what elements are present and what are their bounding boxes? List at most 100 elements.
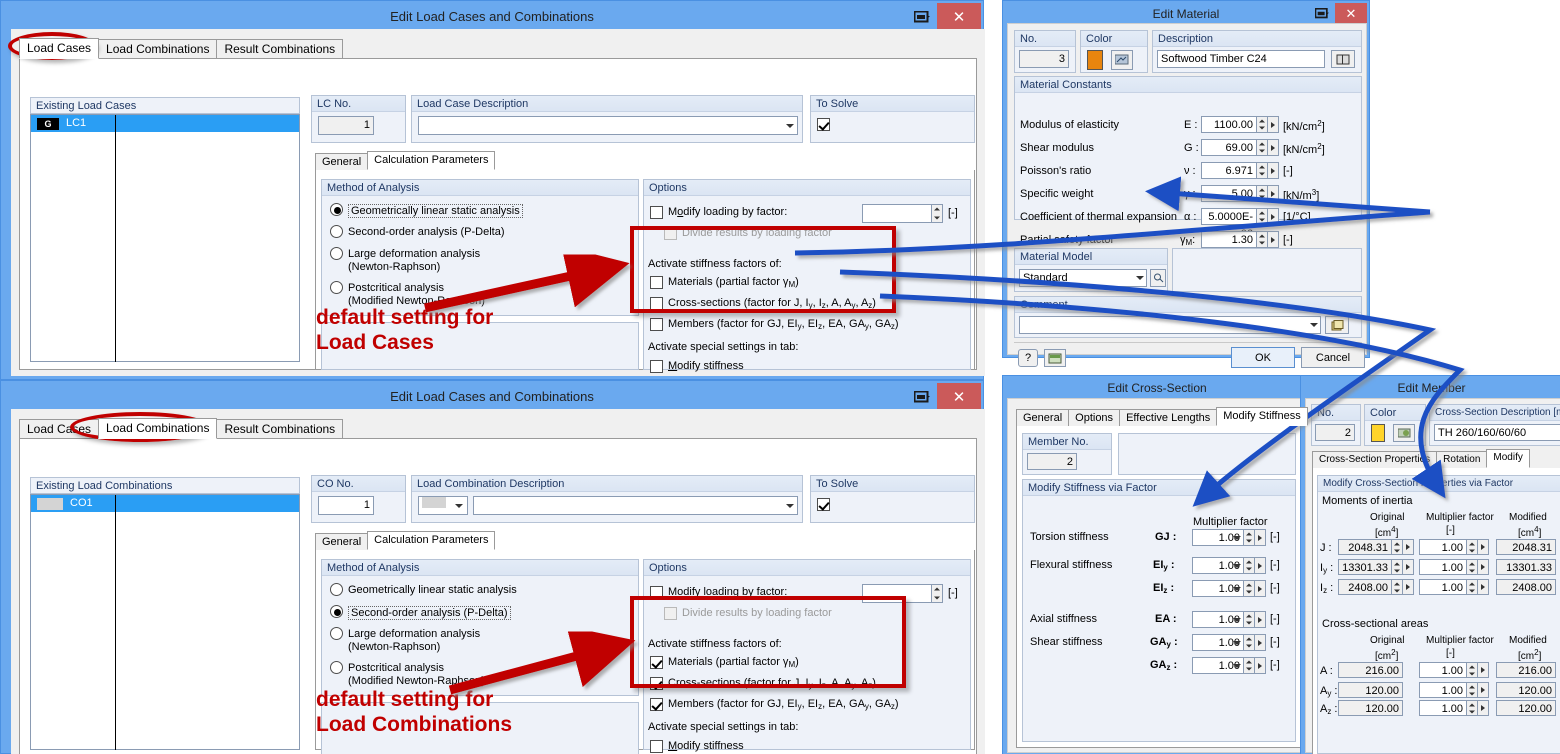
cs-row-more-0[interactable] (1255, 529, 1266, 546)
color-picker-button[interactable] (1111, 50, 1133, 70)
chevron-down-icon[interactable] (783, 497, 797, 514)
member-area-factor-spin-1[interactable] (1467, 682, 1478, 698)
inner-tab-calculation-parameters[interactable]: Calculation Parameters (367, 151, 496, 170)
restore-icon[interactable] (907, 385, 937, 409)
chevron-down-icon-comment[interactable] (1307, 317, 1321, 333)
restore-icon[interactable] (907, 5, 937, 29)
member-inertia-orig-spin-1[interactable] (1392, 559, 1403, 575)
chevron-down-icon-cs-2[interactable] (1230, 581, 1244, 596)
member-no-input[interactable]: 2 (1315, 424, 1355, 441)
radio-large-deformation[interactable] (330, 247, 343, 260)
member-area-factor-2[interactable]: 1.00 (1419, 700, 1467, 716)
list-item-lc1[interactable]: G LC1 (31, 115, 299, 132)
member-color-picker-button[interactable] (1393, 424, 1415, 442)
member-area-factor-0[interactable]: 1.00 (1419, 662, 1467, 678)
stiffness-members-checkbox[interactable] (650, 698, 663, 711)
member-inertia-factor-2[interactable]: 1.00 (1419, 579, 1467, 595)
modify-loading-input[interactable] (862, 204, 932, 223)
stiffness-materials-checkbox[interactable] (650, 276, 663, 289)
cs-row-more-4[interactable] (1255, 634, 1266, 651)
member-inertia-original-0[interactable]: 2048.31 (1338, 539, 1392, 555)
comment-library-button[interactable] (1325, 316, 1349, 334)
mat-row-input-1[interactable]: 69.00 (1201, 139, 1257, 156)
tab-result-combinations[interactable]: Result Combinations (216, 39, 344, 59)
member-inertia-factor-more-0[interactable] (1478, 539, 1489, 555)
units-button[interactable] (1044, 349, 1066, 367)
material-model-combo[interactable]: Standard (1019, 269, 1147, 287)
material-comment-input[interactable] (1019, 316, 1321, 334)
cs-row-spinner-2[interactable] (1244, 580, 1255, 597)
cs-row-more-3[interactable] (1255, 611, 1266, 628)
ok-button[interactable]: OK (1231, 347, 1295, 368)
member-color-swatch[interactable] (1371, 424, 1385, 442)
tab-result-combinations[interactable]: Result Combinations (216, 419, 344, 439)
close-button[interactable]: ✕ (937, 382, 981, 411)
member-area-factor-1[interactable]: 1.00 (1419, 682, 1467, 698)
member-area-factor-spin-0[interactable] (1467, 662, 1478, 678)
member-inertia-factor-0[interactable]: 1.00 (1419, 539, 1467, 555)
member-tab-rotation[interactable]: Rotation (1436, 451, 1488, 468)
chevron-down-icon-material-model[interactable] (1133, 270, 1147, 286)
radio-geometrically-linear[interactable] (330, 583, 343, 596)
material-description-input[interactable]: Softwood Timber C24 (1157, 50, 1325, 68)
member-inertia-original-2[interactable]: 2408.00 (1338, 579, 1392, 595)
material-model-detail-button[interactable] (1150, 269, 1166, 287)
mat-row-spinner-3[interactable] (1257, 185, 1268, 202)
member-inertia-orig-spin-0[interactable] (1392, 539, 1403, 555)
member-tab-modify[interactable]: Modify (1486, 449, 1530, 468)
close-button[interactable]: ✕ (1335, 2, 1367, 25)
chevron-down-icon-cs-1[interactable] (1230, 558, 1244, 573)
material-color-swatch[interactable] (1087, 50, 1103, 70)
member-inertia-factor-spin-1[interactable] (1467, 559, 1478, 575)
member-inertia-orig-more-1[interactable] (1403, 559, 1414, 575)
stiffness-cross-sections-checkbox[interactable] (650, 297, 663, 310)
member-inertia-orig-spin-2[interactable] (1392, 579, 1403, 595)
cs-tab-general[interactable]: General (1016, 409, 1070, 426)
co-to-solve-checkbox[interactable] (817, 498, 830, 511)
tab-load-cases[interactable]: Load Cases (19, 38, 100, 59)
radio-postcritical[interactable] (330, 661, 343, 674)
cs-row-spinner-1[interactable] (1244, 557, 1255, 574)
cs-tab-effective-lengths[interactable]: Effective Lengths (1119, 409, 1218, 426)
mat-row-input-4[interactable]: 5.0000E-06 (1201, 208, 1257, 240)
mat-row-input-5[interactable]: 1.30 (1201, 231, 1257, 248)
modify-loading-spinner[interactable] (932, 584, 943, 603)
chevron-down-icon-cs-5[interactable] (1230, 658, 1244, 673)
cs-tab-options[interactable]: Options (1068, 409, 1121, 426)
cs-row-more-1[interactable] (1255, 557, 1266, 574)
list-item-co1[interactable]: CO1 (31, 495, 299, 512)
mat-row-input-3[interactable]: 5.00 (1201, 185, 1257, 202)
mat-row-spinner-1[interactable] (1257, 139, 1268, 156)
member-inertia-factor-spin-2[interactable] (1467, 579, 1478, 595)
lc-no-input[interactable]: 1 (318, 116, 374, 135)
member-cs-description-input[interactable]: TH 260/160/60/60 (1434, 424, 1560, 441)
cs-row-spinner-5[interactable] (1244, 657, 1255, 674)
cancel-button[interactable]: Cancel (1301, 347, 1365, 368)
co-no-input[interactable]: 1 (318, 496, 374, 515)
mat-row-more-4[interactable] (1268, 208, 1279, 225)
tab-load-combinations[interactable]: Load Combinations (98, 418, 218, 439)
radio-second-order[interactable] (330, 605, 343, 618)
mat-row-input-2[interactable]: 6.971 (1201, 162, 1257, 179)
cs-row-spinner-0[interactable] (1244, 529, 1255, 546)
member-tab-cs-properties[interactable]: Cross-Section Properties (1312, 451, 1438, 468)
cs-tab-modify-stiffness[interactable]: Modify Stiffness (1216, 407, 1308, 426)
chevron-down-icon-cs-0[interactable] (1230, 530, 1244, 545)
inner-tab-calculation-parameters[interactable]: Calculation Parameters (367, 531, 496, 550)
member-inertia-orig-more-2[interactable] (1403, 579, 1414, 595)
co-description-input[interactable] (473, 496, 798, 515)
modify-loading-checkbox[interactable] (650, 586, 663, 599)
mat-row-more-1[interactable] (1268, 139, 1279, 156)
cs-row-spinner-4[interactable] (1244, 634, 1255, 651)
tab-load-combinations[interactable]: Load Combinations (98, 39, 218, 59)
member-inertia-orig-more-0[interactable] (1403, 539, 1414, 555)
mat-row-spinner-4[interactable] (1257, 208, 1268, 225)
stiffness-materials-checkbox[interactable] (650, 656, 663, 669)
mat-row-input-0[interactable]: 1100.00 (1201, 116, 1257, 133)
mat-row-more-2[interactable] (1268, 162, 1279, 179)
inner-tab-general[interactable]: General (315, 153, 369, 170)
member-inertia-original-1[interactable]: 13301.33 (1338, 559, 1392, 575)
member-inertia-factor-more-1[interactable] (1478, 559, 1489, 575)
lc-description-input[interactable] (418, 116, 798, 135)
chevron-down-icon-cs-4[interactable] (1230, 635, 1244, 650)
